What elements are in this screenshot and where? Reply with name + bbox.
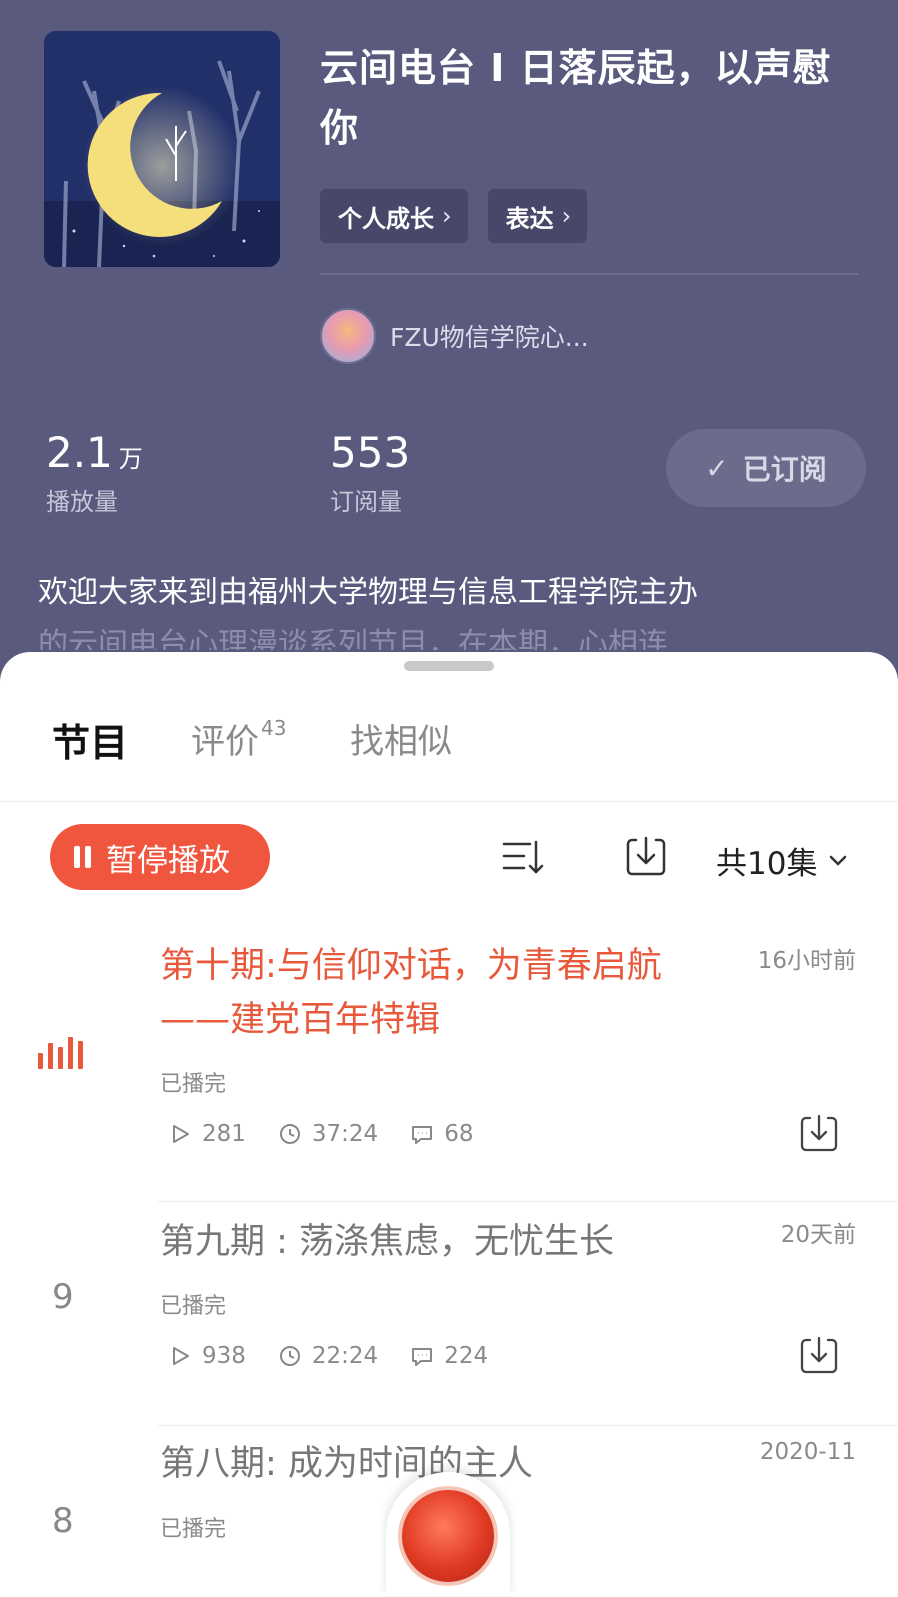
podcast-description-faded: 的云间电台心理漫谈系列节目，在本期，心相连 [38, 627, 668, 650]
subs-value: 553 [330, 428, 411, 477]
duration-meta: 37:24 [278, 1121, 378, 1147]
download-icon[interactable] [797, 1333, 841, 1377]
duration-meta: 22:24 [278, 1343, 378, 1369]
podcast-header: 云间电台 I 日落辰起，以声慰你 个人成长 › 表达 › FZU物信学院心...… [0, 0, 898, 700]
tag-label: 个人成长 [338, 204, 434, 233]
comment-icon [412, 1348, 433, 1366]
author-name[interactable]: FZU物信学院心... [390, 318, 589, 354]
tab-bar: 节目 评价 43 找相似 [0, 692, 898, 835]
tab-reviews[interactable]: 评价 43 [191, 714, 286, 763]
plays-value: 2.1 [46, 428, 113, 477]
program-toolbar: 暂停播放 共10集 [0, 824, 898, 894]
play-icon [173, 1347, 189, 1365]
play-icon [173, 1125, 189, 1143]
chevron-right-icon: › [561, 202, 572, 230]
episode-title[interactable]: 第九期 : 荡涤焦虑，无忧生长 [160, 1215, 680, 1269]
episode-status: 已播完 [160, 1517, 227, 1542]
author-row[interactable]: FZU物信学院心... [320, 308, 589, 364]
episode-duration: 37:24 [311, 1121, 379, 1147]
episode-status: 已播完 [160, 1072, 227, 1097]
comments-meta: 68 [410, 1121, 473, 1147]
plays-unit: 万 [118, 445, 143, 473]
episode-status: 已播完 [160, 1294, 227, 1319]
tag-expression[interactable]: 表达 › [487, 189, 588, 243]
pause-icon [74, 846, 92, 868]
subscribed-label: 已订阅 [742, 453, 827, 486]
tag-label: 表达 [505, 204, 554, 233]
plays-label: 播放量 [46, 488, 118, 516]
download-icon[interactable] [797, 1111, 841, 1155]
cover-image [44, 31, 280, 267]
episode-duration: 22:24 [311, 1343, 379, 1369]
episode-title[interactable]: 第十期:与信仰对话，为青春启航——建党百年特辑 [160, 939, 680, 1047]
drag-handle[interactable] [404, 661, 494, 671]
chevron-down-icon [830, 855, 847, 866]
podcast-description: 欢迎大家来到由福州大学物理与信息工程学院主办 [38, 575, 698, 610]
podcast-title: 云间电台 I 日落辰起，以声慰你 [320, 46, 832, 150]
header-divider [320, 273, 858, 275]
sort-icon[interactable] [500, 834, 548, 882]
episode-meta: 281 37:24 68 [168, 1121, 505, 1147]
stat-plays: 2.1 万 播放量 [46, 428, 143, 517]
episode-count-dropdown[interactable]: 共10集 [716, 838, 849, 883]
chevron-right-icon: › [442, 202, 452, 230]
episode-comments: 68 [444, 1121, 474, 1147]
plays-meta: 938 [168, 1343, 246, 1369]
episode-comments: 224 [444, 1343, 489, 1369]
playing-indicator-icon [38, 1035, 83, 1069]
row-divider [158, 1201, 898, 1202]
episode-time: 16小时前 [757, 948, 856, 974]
episode-index: 8 [52, 1501, 74, 1541]
pause-button[interactable]: 暂停播放 [50, 824, 270, 890]
subscribed-button[interactable]: ✓ 已订阅 [666, 429, 866, 507]
episode-plays: 938 [202, 1343, 246, 1369]
tab-similar[interactable]: 找相似 [350, 714, 452, 763]
episode-time: 2020-11 [759, 1439, 856, 1465]
download-all-icon[interactable] [622, 832, 670, 880]
avatar[interactable] [320, 308, 376, 364]
clock-icon [279, 1124, 300, 1144]
review-count-badge: 43 [261, 715, 287, 740]
row-divider [158, 1425, 898, 1426]
tab-programs[interactable]: 节目 [52, 712, 128, 767]
mini-player[interactable] [386, 1472, 510, 1596]
subs-label: 订阅量 [330, 488, 402, 516]
stat-subscriptions: 553 订阅量 [330, 428, 410, 517]
episode-time: 20天前 [780, 1222, 856, 1248]
tab-reviews-label: 评价 [191, 722, 259, 762]
player-disc-icon[interactable] [398, 1486, 498, 1586]
category-tags: 个人成长 › 表达 › [320, 189, 588, 243]
check-icon: ✓ [705, 451, 729, 485]
comments-meta: 224 [410, 1343, 488, 1369]
episode-plays: 281 [202, 1121, 246, 1147]
clock-icon [279, 1346, 300, 1366]
tag-personal-growth[interactable]: 个人成长 › [320, 189, 468, 243]
plays-meta: 281 [168, 1121, 246, 1147]
pause-label: 暂停播放 [106, 842, 230, 879]
episode-index: 9 [52, 1277, 74, 1317]
episode-meta: 938 22:24 224 [168, 1343, 520, 1369]
moon-cover-art [44, 31, 280, 267]
comment-icon [412, 1126, 433, 1144]
episode-count-label: 共10集 [716, 846, 818, 882]
